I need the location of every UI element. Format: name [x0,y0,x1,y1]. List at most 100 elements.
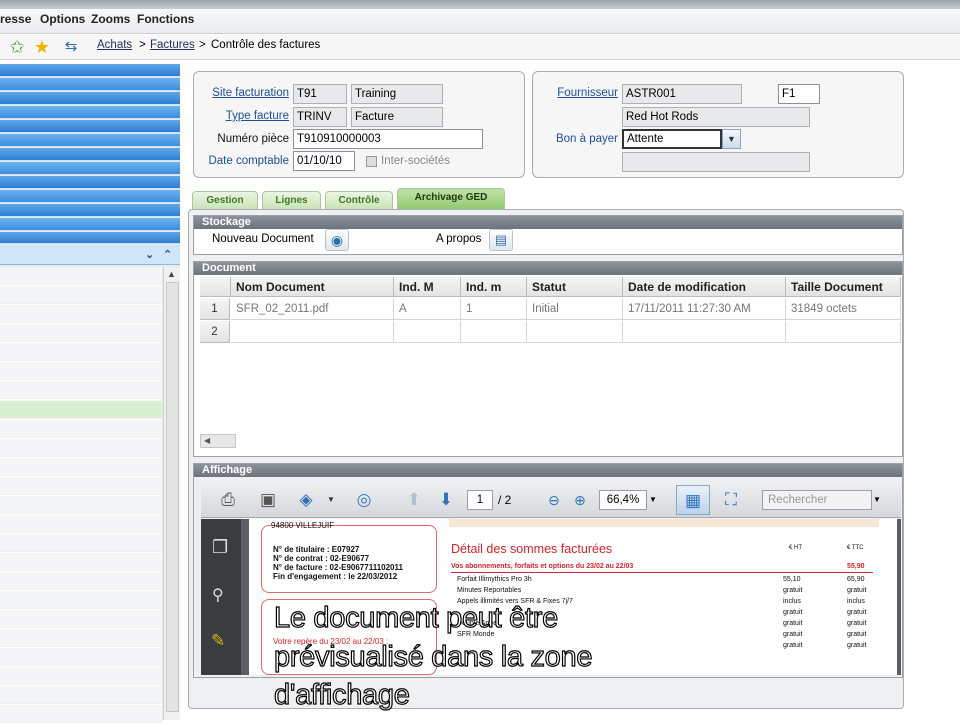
menu-item-options[interactable]: Options [40,12,85,26]
cell-ind-m-minor[interactable] [461,321,527,343]
tab-archivage-ged[interactable]: Archivage GED [397,188,505,210]
list-item[interactable] [0,496,162,514]
cell-date-modification[interactable] [623,321,786,343]
chevron-down-icon[interactable]: ▼ [318,488,344,512]
cell-statut[interactable]: Initial [527,298,623,320]
nav-row[interactable] [0,190,180,203]
row-number[interactable]: 2 [200,321,230,343]
list-item[interactable] [0,362,162,380]
comments-icon[interactable]: ✎ [211,631,225,651]
page-down-icon[interactable]: ⬇ [433,488,459,512]
date-comptable-field[interactable]: 01/10/10 [293,151,355,171]
list-item[interactable] [0,553,162,571]
tab-lignes[interactable]: Lignes [262,191,321,209]
nav-row[interactable] [0,64,180,77]
chevron-down-icon[interactable]: ▼ [649,495,657,504]
nav-row[interactable] [0,92,180,105]
zoom-input[interactable]: 66,4% [599,490,647,510]
list-item[interactable] [0,667,162,685]
tab-controle[interactable]: Contrôle [325,191,393,209]
fournisseur-label[interactable]: Fournisseur [540,87,618,99]
list-item[interactable] [0,572,162,590]
col-nom-document[interactable]: Nom Document [231,277,394,297]
type-facture-label[interactable]: Type facture [195,110,289,122]
favorite-add-icon[interactable]: ✩ [6,37,28,57]
list-item[interactable] [0,458,162,476]
cell-taille-document[interactable] [786,321,901,343]
scroll-left-icon[interactable]: ◀ [204,436,210,445]
scrollbar-thumb[interactable] [166,282,179,712]
share-icon[interactable]: ◈ [293,488,319,512]
cell-date-modification[interactable]: 17/11/2011 11:27:30 AM [623,298,786,320]
menu-item-adresse[interactable]: resse [0,12,31,26]
list-item[interactable] [0,439,162,457]
cell-nom-document[interactable] [231,321,394,343]
new-document-button[interactable]: ◉ [325,229,349,251]
cell-statut[interactable] [527,321,623,343]
col-ind-m[interactable]: Ind. M [394,277,461,297]
list-item[interactable] [0,420,162,438]
scroll-up-icon[interactable]: ▲ [167,269,176,279]
col-ind-m-minor[interactable]: Ind. m [461,277,527,297]
nav-row[interactable] [0,134,180,147]
menu-item-fonctions[interactable]: Fonctions [137,12,194,26]
nav-row[interactable] [0,162,180,175]
list-item[interactable] [0,629,162,647]
page-number-input[interactable]: 1 [467,490,493,510]
list-item[interactable] [0,648,162,666]
pages-icon[interactable]: ❐ [212,537,228,558]
signpost-icon[interactable]: ⇆ [60,37,82,57]
cell-nom-document[interactable]: SFR_02_2011.pdf [231,298,394,320]
tab-gestion[interactable]: Gestion [192,191,258,209]
list-item[interactable] [0,610,162,628]
list-scrollbar[interactable]: ▲ [163,267,180,720]
list-item[interactable] [0,705,162,723]
fit-page-icon[interactable]: ⛶ [718,488,744,512]
cell-ind-m-minor[interactable]: 1 [461,298,527,320]
chevron-down-icon[interactable]: ▼ [873,495,881,504]
list-item[interactable] [0,305,162,323]
globe-sync-icon[interactable]: ◎ [351,488,377,512]
menu-item-zooms[interactable]: Zooms [91,12,130,26]
list-item[interactable] [0,324,162,342]
zoom-in-icon[interactable]: ⊕ [567,488,593,512]
list-item[interactable] [0,515,162,533]
pdf-search-input[interactable]: Rechercher [762,490,872,510]
site-code-field[interactable]: T91 [293,84,347,104]
col-taille-document[interactable]: Taille Document [786,277,901,297]
list-item-selected[interactable] [0,401,162,419]
zoom-out-icon[interactable]: ⊖ [541,488,567,512]
numero-piece-field[interactable]: T910910000003 [293,129,483,149]
breadcrumb-achats[interactable]: Achats [97,39,132,51]
nav-row[interactable] [0,218,180,231]
inter-societes-checkbox[interactable] [366,156,377,167]
list-item[interactable] [0,381,162,399]
save-icon[interactable]: ▣ [255,488,281,512]
site-facturation-label[interactable]: Site facturation [195,87,289,99]
breadcrumb-factures[interactable]: Factures [150,39,195,51]
nav-row[interactable] [0,232,180,244]
chevron-down-icon[interactable]: ⌄ [145,248,154,261]
dropdown-arrow-icon[interactable]: ▼ [722,129,741,149]
list-item[interactable] [0,591,162,609]
fit-width-icon[interactable]: ▦ [676,485,710,515]
nav-row[interactable] [0,204,180,217]
fournisseur-code-field[interactable]: ASTR001 [622,84,742,104]
list-item[interactable] [0,343,162,361]
about-button[interactable]: ▤ [489,229,513,251]
cell-ind-m[interactable]: A [394,298,461,320]
nav-row[interactable] [0,120,180,133]
list-item[interactable] [0,477,162,495]
attachment-icon[interactable]: ⚲ [212,585,224,605]
nav-row[interactable] [0,148,180,161]
nav-row[interactable] [0,106,180,119]
nav-row[interactable] [0,78,180,91]
grid-hscroll[interactable]: ◀ [200,434,236,448]
cell-ind-m[interactable] [394,321,461,343]
list-item[interactable] [0,267,162,285]
chevron-up-icon[interactable]: ⌃ [163,248,172,261]
col-statut[interactable]: Statut [527,277,623,297]
nav-row[interactable] [0,176,180,189]
favorite-star-icon[interactable]: ★ [31,37,53,57]
print-icon[interactable]: ⎙ [215,488,241,512]
